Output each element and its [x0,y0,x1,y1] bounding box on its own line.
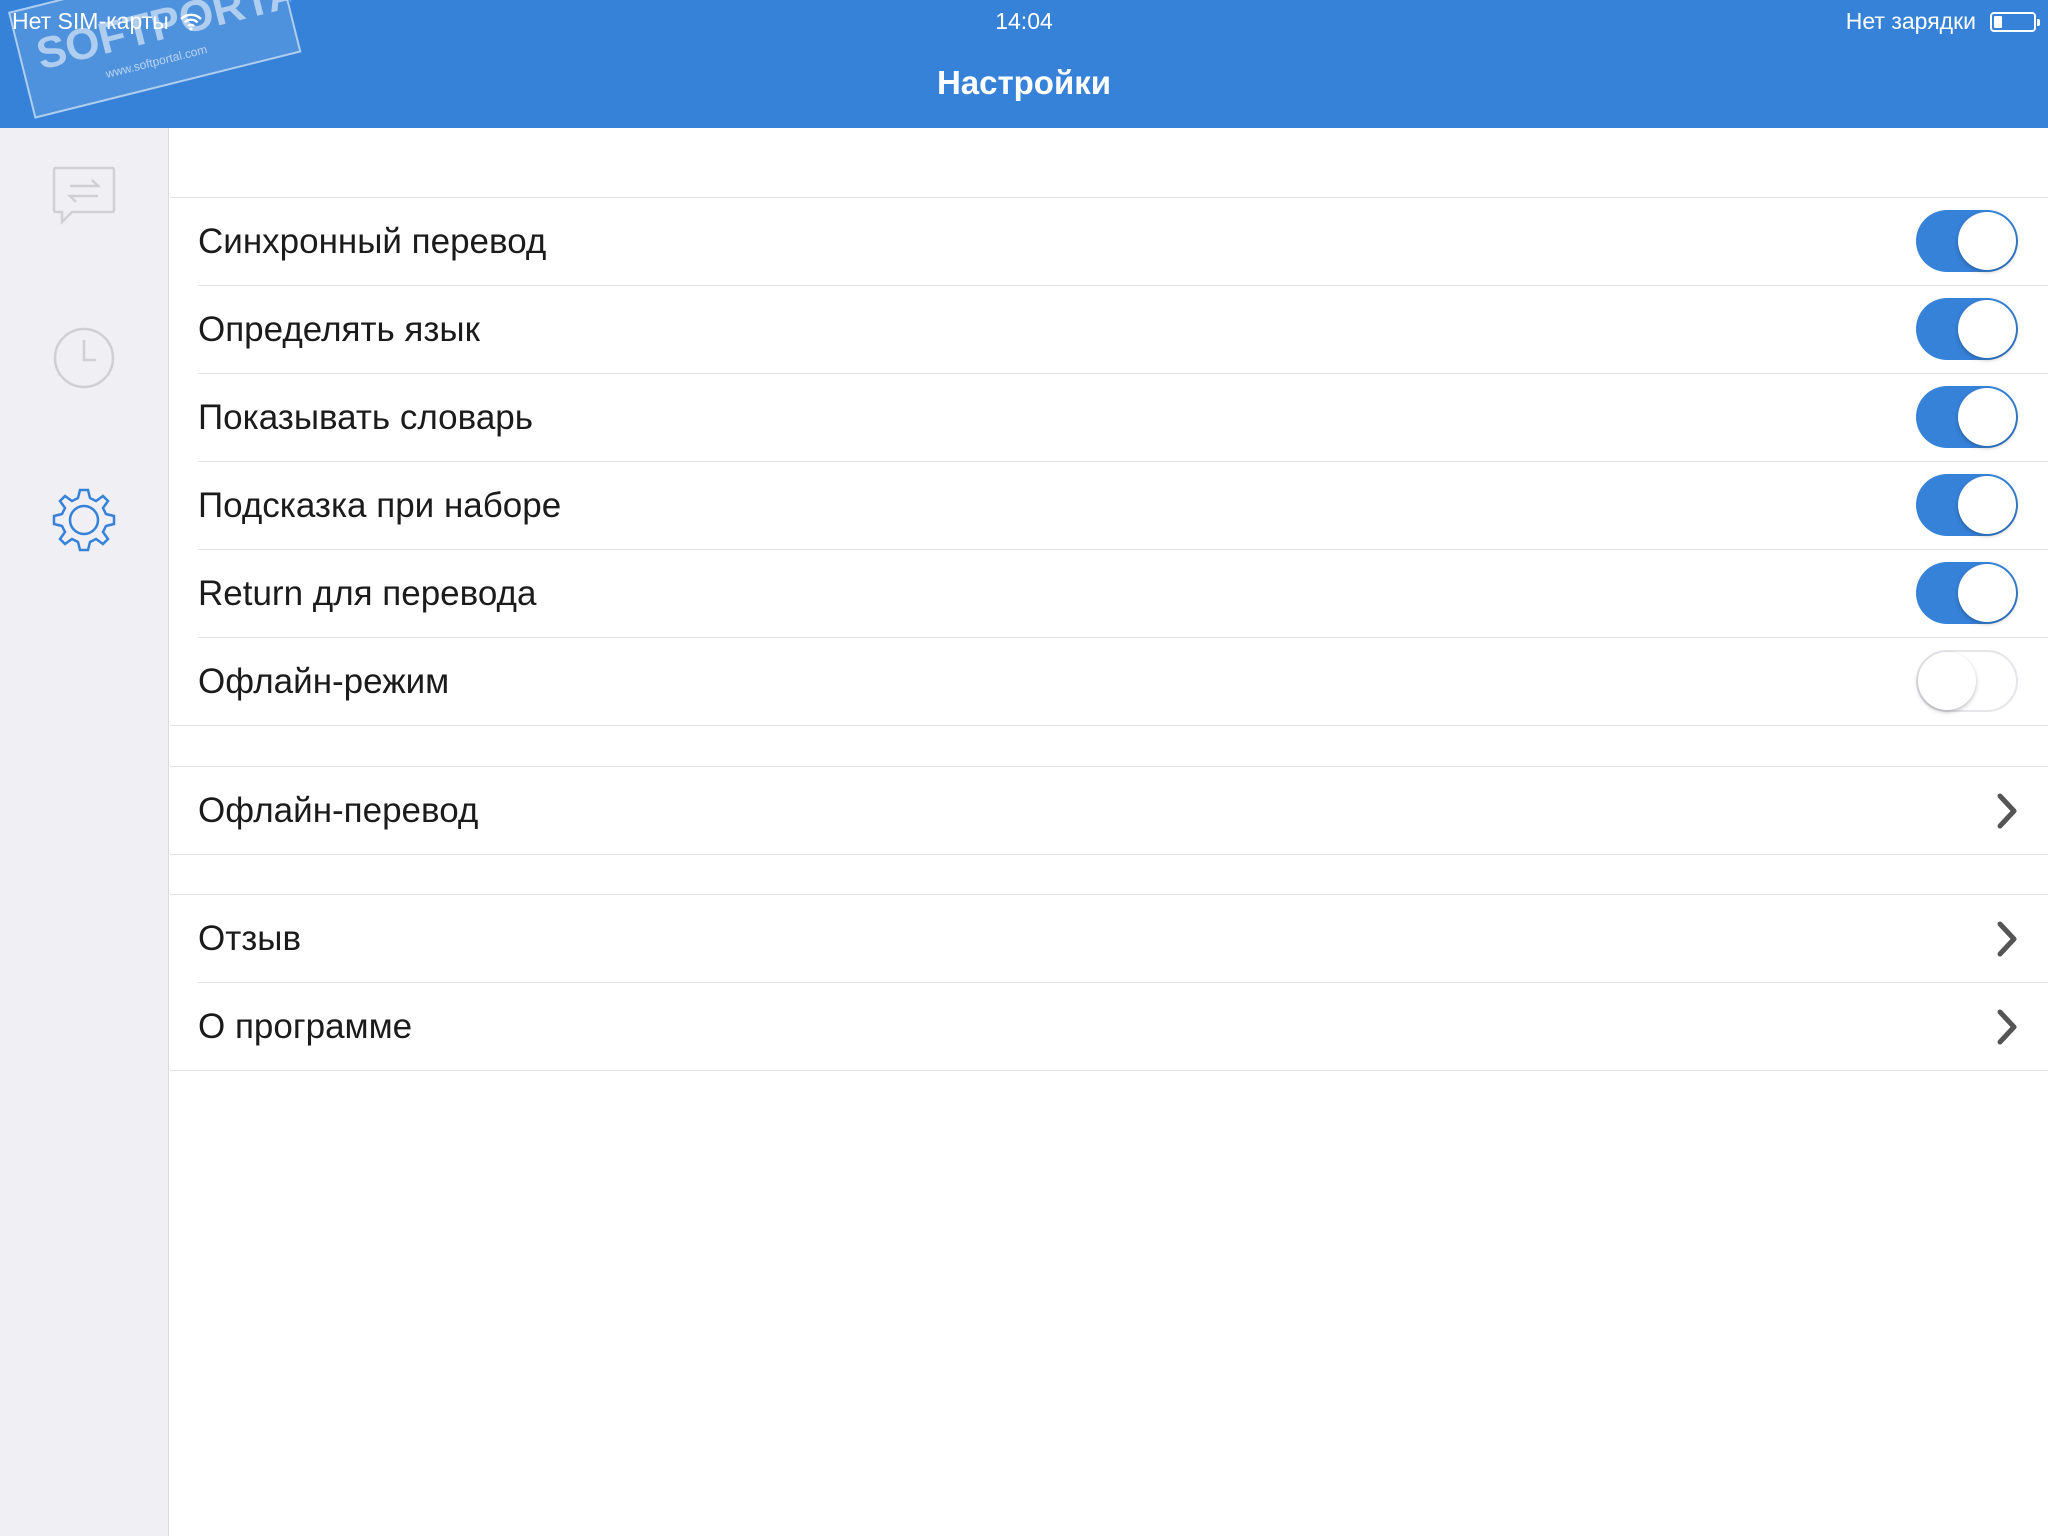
setting-label: Офлайн-режим [198,662,450,701]
setting-label: Отзыв [198,919,302,958]
setting-label: Return для перевода [198,574,537,613]
setting-label: Показывать словарь [198,398,534,437]
setting-row-feedback[interactable]: Отзыв [170,895,2048,983]
chevron-right-icon [1997,793,2017,829]
gear-icon [52,488,116,552]
detect-language-toggle[interactable] [1916,298,2018,360]
return-to-translate-toggle[interactable] [1916,562,2018,624]
setting-label: Подсказка при наборе [198,486,562,525]
setting-row-offline-mode: Офлайн-режим [170,638,2048,726]
battery-label: Нет зарядки [1845,8,1976,34]
page-title: Настройки [936,64,1112,101]
clock-history-icon [53,327,115,389]
settings-panel: Синхронный перевод Определять язык Показ… [170,128,2048,1536]
status-time: 14:04 [995,8,1053,34]
translate-chat-icon [52,166,116,226]
sync-translation-toggle[interactable] [1916,210,2018,272]
setting-label: Синхронный перевод [198,222,547,261]
offline-mode-toggle[interactable] [1916,650,2018,712]
setting-row-show-dictionary: Показывать словарь [170,374,2048,462]
setting-row-offline-translation[interactable]: Офлайн-перевод [170,767,2048,855]
setting-row-typing-hint: Подсказка при наборе [170,462,2048,550]
status-bar: Нет SIM-карты 14:04 Нет зарядки [0,0,2048,42]
setting-label: Офлайн-перевод [198,791,479,830]
chevron-right-icon [1997,1009,2017,1045]
battery-icon [1990,11,2040,32]
typing-hint-toggle[interactable] [1916,474,2018,536]
sidebar [0,128,169,1536]
sidebar-item-settings[interactable] [50,486,118,554]
show-dictionary-toggle[interactable] [1916,386,2018,448]
battery-indicator: Нет зарядки [1845,8,2040,35]
setting-row-detect-language: Определять язык [170,286,2048,374]
setting-label: Определять язык [198,310,480,349]
sidebar-item-history[interactable] [50,324,118,392]
navigation-bar: Нет SIM-карты 14:04 Нет зарядки Настройк… [0,0,2048,128]
setting-label: О программе [198,1007,413,1046]
sidebar-item-translate[interactable] [50,164,118,232]
chevron-right-icon [1997,921,2017,957]
setting-row-about[interactable]: О программе [170,983,2048,1071]
setting-row-sync-translation: Синхронный перевод [170,198,2048,286]
setting-row-return-to-translate: Return для перевода [170,550,2048,638]
